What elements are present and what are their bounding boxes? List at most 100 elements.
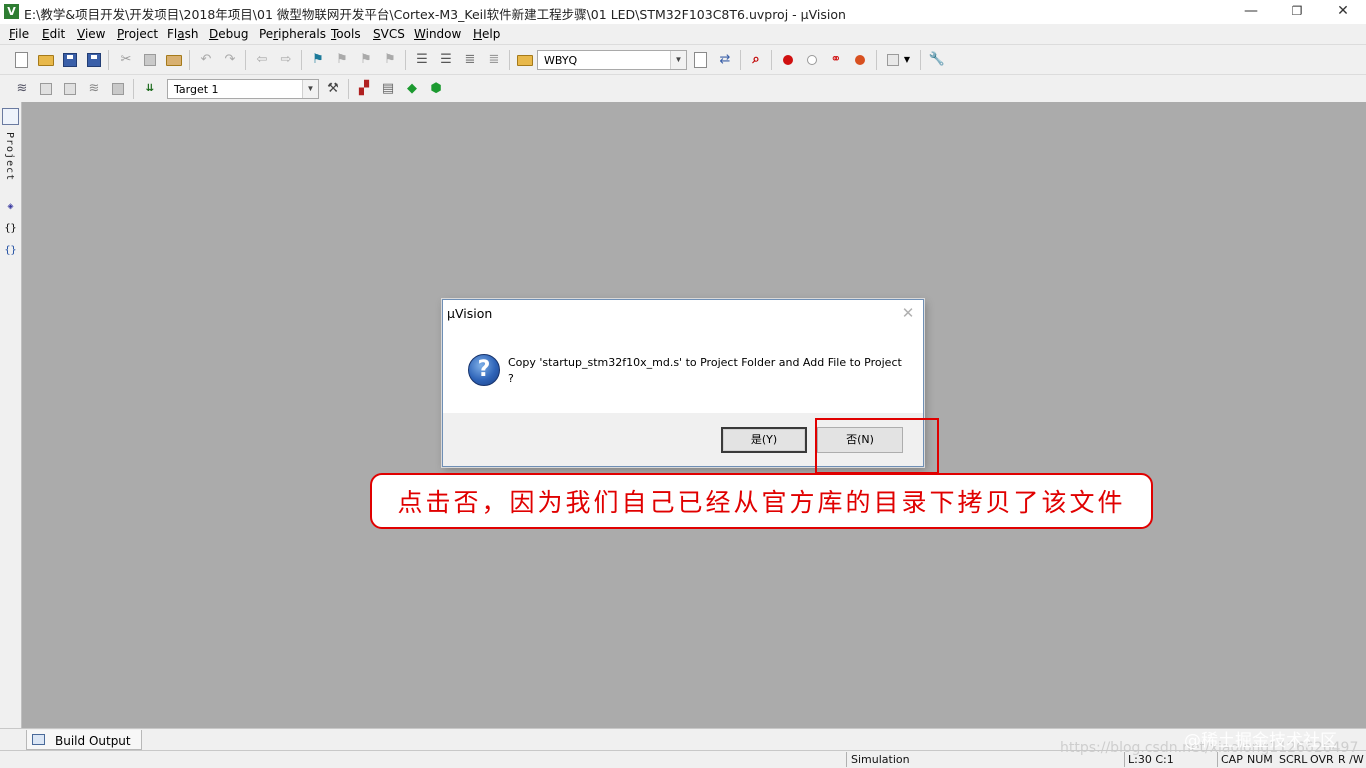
yes-button[interactable]: 是(Y) [721,427,807,453]
toolbar-separator [189,50,190,70]
translate-icon[interactable]: ≋ [13,80,31,98]
restore-button[interactable]: ❐ [1274,0,1320,24]
toolbar-separator [301,50,302,70]
pack-installer-icon[interactable]: ▤ [379,80,397,98]
dialog-message-continued: ? [508,372,514,385]
find-combo-value: WBYQ [544,54,578,67]
menu-debug[interactable]: Debug [209,27,248,41]
question-icon: ? [468,354,500,386]
toolbar-separator [920,50,921,70]
menu-tools[interactable]: Tools [331,27,361,41]
project-side-panel: Project ◈ {} {} [0,102,22,728]
target-combo-value: Target 1 [174,83,219,96]
status-divider [846,752,847,767]
open-folder-icon[interactable] [37,51,55,69]
incremental-find-icon[interactable]: ⇄ [716,51,734,69]
chevron-down-icon[interactable]: ▼ [302,80,318,98]
load-icon[interactable]: ⇊ [141,80,159,98]
rebuild-icon[interactable] [61,80,79,98]
menu-window[interactable]: Window [414,27,461,41]
menu-flash[interactable]: Flash [167,27,198,41]
find-combo[interactable]: WBYQ ▼ [537,50,687,70]
paste-icon[interactable] [165,51,183,69]
watermark-brand: @稀土掘金技术社区 [1184,731,1337,751]
build-output-label: Build Output [55,734,131,748]
copy-icon[interactable] [141,51,159,69]
menu-file[interactable]: File [9,27,29,41]
project-tab-label[interactable]: Project [4,132,15,181]
toolbar-separator [771,50,772,70]
templates-icon[interactable]: {} [2,242,19,259]
stop-build-icon[interactable] [109,80,127,98]
toolbar-separator [876,50,877,70]
title-bar: V E:\教学&项目开发\开发项目\2018年项目\01 微型物联网开发平台\C… [0,0,1366,24]
toolbar-separator [108,50,109,70]
chevron-down-icon[interactable]: ▼ [670,51,686,69]
menu-edit[interactable]: Edit [42,27,65,41]
annotation-callout: 点击否，因为我们自己已经从官方库的目录下拷贝了该文件 [370,473,1153,529]
cut-icon[interactable]: ✂ [117,51,135,69]
nav-back-icon[interactable]: ⇦ [253,51,271,69]
toolbar-separator [133,79,134,99]
save-icon[interactable] [61,51,79,69]
find-in-files-icon[interactable] [516,51,534,69]
disable-breakpoint-icon[interactable] [803,51,821,69]
menu-bar: File Edit View Project Flash Debug Perip… [0,24,1366,44]
project-window-icon[interactable] [2,108,19,125]
redo-icon[interactable]: ↷ [221,51,239,69]
window-title: E:\教学&项目开发\开发项目\2018年项目\01 微型物联网开发平台\Cor… [24,7,846,22]
menu-help[interactable]: Help [473,27,500,41]
close-window-button[interactable]: ✕ [1320,0,1366,24]
find-icon[interactable] [692,51,710,69]
close-icon[interactable]: ✕ [898,303,918,323]
prev-bookmark-icon[interactable]: ⚑ [333,51,351,69]
batch-build-icon[interactable]: ≋ [85,80,103,98]
annotation-highlight-box [815,418,939,474]
breakpoint-icon[interactable] [779,51,797,69]
nav-forward-icon[interactable]: ⇨ [277,51,295,69]
new-file-icon[interactable] [13,51,31,69]
dialog-message: Copy 'startup_stm32f10x_md.s' to Project… [508,356,902,369]
configure-icon[interactable]: 🔧 [928,51,946,69]
menu-project[interactable]: Project [117,27,158,41]
select-packs-icon[interactable]: ◆ [403,80,421,98]
disable-all-breakpoints-icon[interactable]: ⚭ [827,51,845,69]
target-combo[interactable]: Target 1 ▼ [167,79,319,99]
status-mode: Simulation [851,753,910,766]
menu-peripherals[interactable]: Peripherals [259,27,326,41]
toolbar-separator [509,50,510,70]
build-toolbar: ≋ ≋ ⇊ Target 1 ▼ ⚒ ▞ ▤ ◆ ⬢ [0,74,1366,102]
indent-icon[interactable]: ☰ [413,51,431,69]
target-options-icon[interactable]: ⚒ [324,80,342,98]
minimize-button[interactable]: — [1228,0,1274,24]
tab-build-output[interactable]: Build Output [26,730,142,750]
bookmark-icon[interactable]: ⚑ [309,51,327,69]
unindent-icon[interactable]: ☰ [437,51,455,69]
menu-view[interactable]: View [77,27,105,41]
manage-components-icon[interactable]: ▞ [355,80,373,98]
uncomment-icon[interactable]: ≣ [485,51,503,69]
books-icon[interactable]: ◈ [2,198,19,215]
save-all-icon[interactable] [85,51,103,69]
toolbar-separator [740,50,741,70]
uvision-app-icon: V [4,4,19,19]
build-output-icon [32,734,45,745]
clear-bookmarks-icon[interactable]: ⚑ [381,51,399,69]
annotation-text: 点击否，因为我们自己已经从官方库的目录下拷贝了该文件 [397,488,1126,517]
dialog-title: µVision [447,306,493,321]
file-toolbar: ✂ ↶ ↷ ⇦ ⇨ ⚑ ⚑ ⚑ ⚑ ☰ ☰ ≣ ≣ WBYQ ▼ ⇄ ⌕ ⚭ ▼… [0,44,1366,74]
menu-svcs[interactable]: SVCS [373,27,405,41]
build-icon[interactable] [37,80,55,98]
toolbar-separator [245,50,246,70]
next-bookmark-icon[interactable]: ⚑ [357,51,375,69]
chevron-down-icon[interactable]: ▼ [901,51,913,69]
kill-breakpoints-icon[interactable] [851,51,869,69]
window-layout-icon[interactable] [884,51,902,69]
rte-icon[interactable]: ⬢ [427,80,445,98]
toolbar-separator [405,50,406,70]
undo-icon[interactable]: ↶ [197,51,215,69]
functions-icon[interactable]: {} [2,220,19,237]
comment-icon[interactable]: ≣ [461,51,479,69]
toolbar-separator [348,79,349,99]
debug-session-icon[interactable]: ⌕ [747,51,765,69]
